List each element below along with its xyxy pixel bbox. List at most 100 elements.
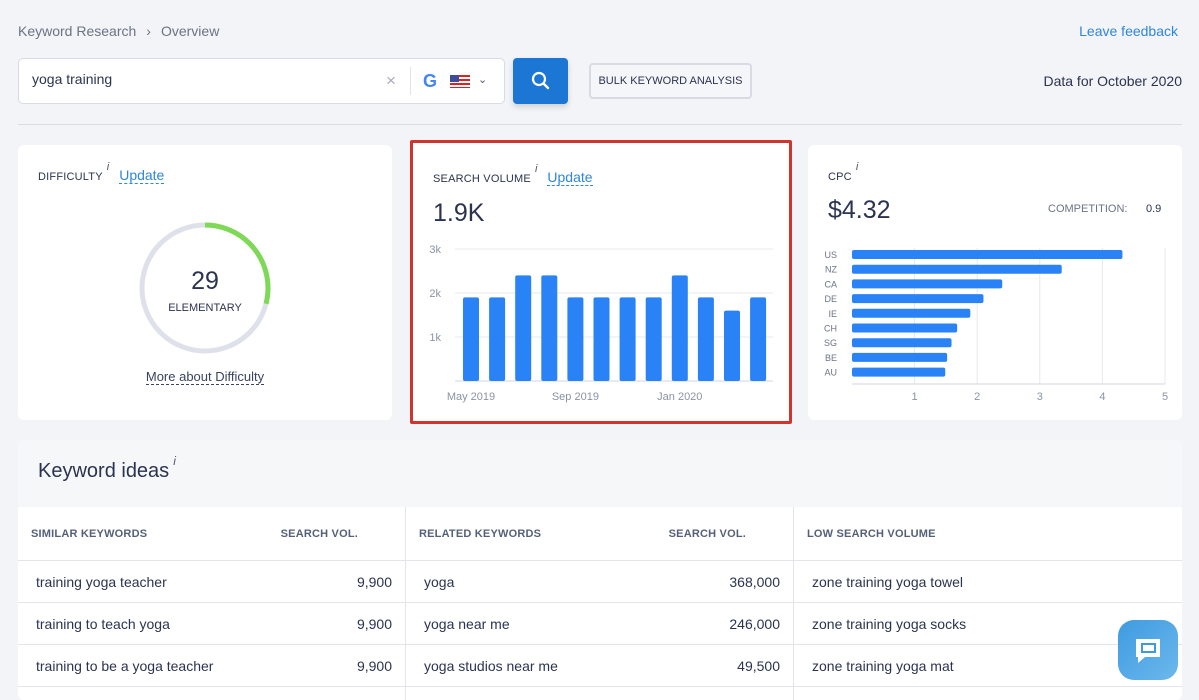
keyword-search-box: × G ⌄	[18, 58, 505, 104]
search-icon	[531, 71, 550, 90]
breadcrumb: Keyword Research › Overview	[18, 23, 229, 39]
x-tick-label: May 2019	[447, 391, 495, 403]
keyword-link[interactable]: zone training yoga socks	[812, 616, 966, 632]
breadcrumb-overview: Overview	[160, 23, 220, 39]
clear-icon[interactable]: ×	[386, 71, 396, 91]
column-divider	[793, 507, 794, 700]
country-label: CA	[824, 279, 837, 289]
y-tick-label: 2k	[429, 288, 441, 300]
row-divider	[18, 560, 1182, 561]
keyword-link[interactable]: yoga	[424, 574, 454, 590]
column-header: LOW SEARCH VOLUME	[807, 528, 936, 540]
keyword-link[interactable]: training yoga teacher	[36, 574, 167, 590]
cpc-by-country-chart: 1 2 3 4 5 US NZ CA DE IE CH SG BE AU	[824, 248, 1168, 403]
x-tick-label: 2	[974, 391, 980, 403]
divider	[18, 124, 1182, 125]
us-flag-icon[interactable]	[450, 75, 470, 88]
difficulty-level: ELEMENTARY	[168, 302, 242, 314]
volume-bar	[671, 275, 688, 381]
google-icon[interactable]: G	[423, 71, 437, 92]
cpc-bar	[852, 338, 952, 348]
volume-bar	[515, 275, 532, 381]
x-tick-label: 3	[1037, 391, 1043, 403]
keyword-link[interactable]: yoga studios near me	[424, 658, 558, 674]
info-icon[interactable]: i	[107, 161, 109, 173]
cpc-bar	[852, 279, 1003, 289]
cpc-bar	[852, 367, 946, 377]
bulk-keyword-analysis-button[interactable]: BULK KEYWORD ANALYSIS	[589, 63, 752, 99]
keyword-link[interactable]: zone training yoga mat	[812, 658, 954, 674]
volume-bar	[750, 297, 767, 381]
search-volume-card: SEARCH VOLUMEi Update 1.9K 1k 2k 3k May 2019…	[410, 140, 792, 424]
cpc-bar	[852, 323, 958, 333]
volume-bar	[489, 297, 506, 381]
search-volume-value: 9,900	[356, 574, 392, 590]
volume-bar	[724, 310, 740, 381]
search-volume-value: 9,900	[356, 616, 392, 632]
chat-button[interactable]	[1118, 620, 1178, 680]
cpc-bar	[852, 264, 1062, 274]
keyword-ideas-panel: Keyword ideas i SIMILAR KEYWORDS SEARCH VO…	[18, 440, 1182, 700]
volume-bar	[463, 297, 479, 381]
difficulty-card: DIFFICULTY i Update 29 ELEMENTARY More abo…	[18, 145, 392, 420]
keyword-ideas-title: Keyword ideas	[38, 460, 170, 482]
divider	[410, 67, 411, 95]
volume-bar	[619, 297, 636, 381]
column-header: SEARCH VOL.	[668, 528, 746, 540]
difficulty-update-link[interactable]: Update	[119, 167, 165, 184]
difficulty-title: DIFFICULTY	[38, 171, 103, 183]
x-tick-label: 4	[1099, 391, 1105, 403]
country-label: US	[824, 250, 837, 260]
row-divider	[18, 602, 1182, 603]
chevron-right-icon: ›	[146, 23, 151, 39]
volume-bar	[541, 275, 558, 381]
country-label: SG	[824, 338, 837, 348]
cpc-bar	[852, 352, 948, 362]
cpc-bar	[852, 250, 1123, 259]
search-volume-value: 49,500	[737, 658, 780, 674]
volume-bar	[593, 297, 610, 381]
chevron-down-icon[interactable]: ⌄	[478, 73, 487, 86]
keyword-link[interactable]: training to teach yoga	[36, 616, 170, 632]
country-label: DE	[824, 294, 837, 304]
cpc-bar	[852, 308, 971, 318]
country-label: CH	[824, 324, 837, 334]
row-divider	[18, 644, 1182, 645]
volume-bar	[645, 297, 662, 381]
difficulty-value: 29	[191, 267, 219, 295]
keyword-link[interactable]: training to be a yoga teacher	[36, 658, 213, 674]
y-tick-label: 1k	[429, 332, 441, 344]
leave-feedback-link[interactable]: Leave feedback	[1079, 23, 1178, 39]
column-divider	[405, 507, 406, 700]
row-divider	[18, 686, 1182, 687]
country-label: IE	[828, 309, 837, 319]
column-header: SEARCH VOL.	[280, 528, 358, 540]
cpc-bar	[852, 294, 984, 304]
search-button[interactable]	[513, 58, 568, 104]
keyword-input[interactable]	[32, 71, 362, 87]
search-volume-chart: 1k 2k 3k May 2019 Sep 2019 Jan 2020	[429, 244, 773, 403]
cpc-card: CPCi $4.32 COMPETITION: 0.9 1 2 3 4 5 US NZ CA D…	[808, 145, 1182, 420]
column-header: SIMILAR KEYWORDS	[31, 528, 148, 540]
info-icon[interactable]: i	[173, 454, 176, 468]
country-label: AU	[824, 368, 837, 378]
keyword-link[interactable]: yoga near me	[424, 616, 510, 632]
data-date: Data for October 2020	[1043, 73, 1182, 89]
keyword-link[interactable]: zone training yoga towel	[812, 574, 963, 590]
y-tick-label: 3k	[429, 244, 441, 256]
breadcrumb-keyword-research[interactable]: Keyword Research	[18, 23, 136, 39]
column-header: RELATED KEYWORDS	[419, 528, 542, 540]
x-tick-label: Jan 2020	[657, 391, 702, 403]
volume-bar	[567, 297, 584, 381]
country-label: NZ	[825, 265, 837, 275]
more-about-difficulty-link[interactable]: More about Difficulty	[145, 369, 265, 385]
x-tick-label: Sep 2019	[552, 391, 599, 403]
chat-icon	[1136, 639, 1160, 663]
search-volume-value: 368,000	[729, 574, 780, 590]
search-volume-value: 9,900	[356, 658, 392, 674]
country-label: BE	[825, 353, 837, 363]
x-tick-label: 5	[1162, 391, 1168, 403]
search-volume-value: 246,000	[729, 616, 780, 632]
x-tick-label: 1	[912, 391, 918, 403]
volume-bar	[697, 297, 714, 381]
